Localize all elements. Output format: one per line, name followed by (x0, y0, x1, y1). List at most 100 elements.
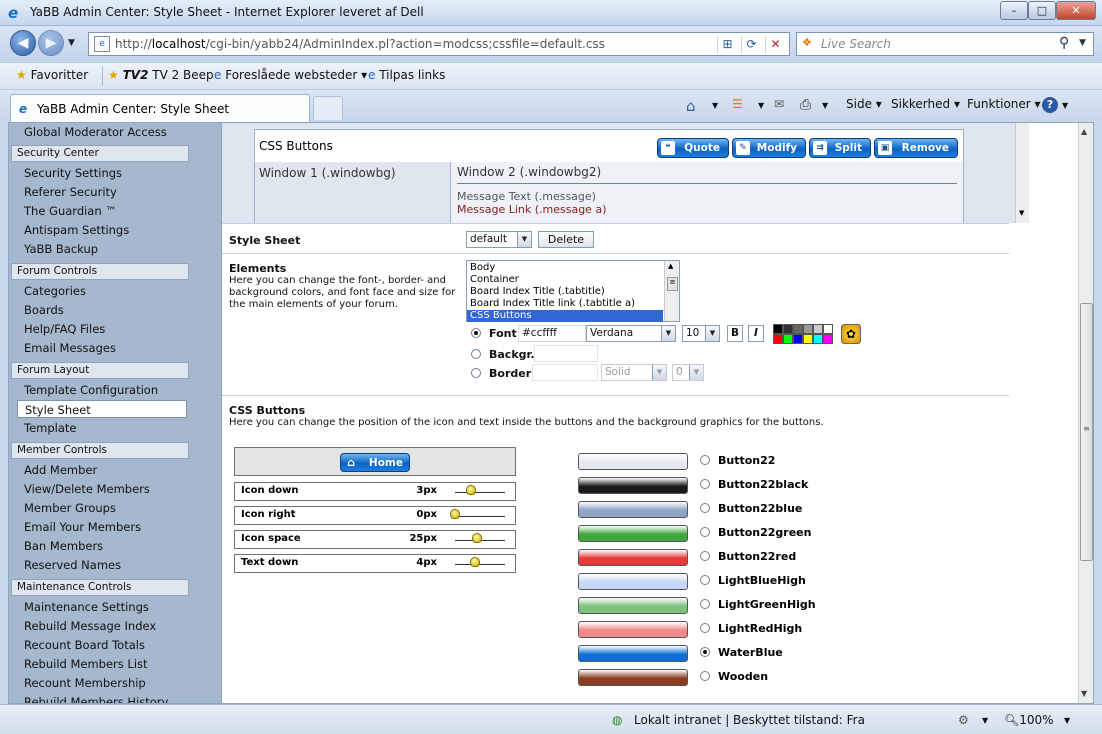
forward-button[interactable]: ▶ (38, 30, 64, 56)
palette-color[interactable] (793, 334, 803, 344)
swatch-button22black[interactable] (578, 477, 688, 494)
palette-color[interactable] (793, 324, 803, 334)
bold-button[interactable]: B (727, 325, 743, 342)
home-preview-button[interactable]: ⌂ Home (340, 453, 410, 472)
sidebar-item-referer-security[interactable]: Referer Security (17, 183, 187, 201)
favorite-customize[interactable]: e Tilpas links (368, 68, 445, 82)
palette-color[interactable] (813, 324, 823, 334)
safety-menu[interactable]: Sikkerhed ▾ (891, 97, 960, 111)
remove-button[interactable]: ▣ Remove (874, 138, 958, 158)
sidebar-item-global-moderator-access[interactable]: Global Moderator Access (17, 123, 187, 141)
sidebar-item-style-sheet[interactable]: Style Sheet (17, 400, 187, 418)
print-icon[interactable]: ⎙ (800, 97, 811, 113)
sidebar-item-rebuild-message-index[interactable]: Rebuild Message Index (17, 617, 187, 635)
swatch-radio[interactable] (700, 599, 710, 609)
sidebar-item-email-messages[interactable]: Email Messages (17, 339, 187, 357)
swatch-button22red[interactable] (578, 549, 688, 566)
palette-color[interactable] (823, 324, 833, 334)
palette-color[interactable] (813, 334, 823, 344)
back-button[interactable]: ◀ (10, 30, 36, 56)
favorite-tv2[interactable]: ★ TV2 TV 2 Beep (108, 68, 214, 82)
sidebar-item-rebuild-members-list[interactable]: Rebuild Members List (17, 655, 187, 673)
palette-color[interactable] (773, 324, 783, 334)
border-width-select[interactable]: 0 ▼ (672, 364, 704, 381)
swatch-radio[interactable] (700, 551, 710, 561)
tools-menu[interactable]: Funktioner ▾ (967, 97, 1041, 111)
sidebar-item-security-settings[interactable]: Security Settings (17, 164, 187, 182)
swatch-lightbluehigh[interactable] (578, 573, 688, 590)
border-style-select[interactable]: Solid ▼ (601, 364, 667, 381)
list-item[interactable]: Board Index Title link (.tabtitle a) (470, 298, 635, 309)
palette-color[interactable] (783, 324, 793, 334)
swatch-radio[interactable] (700, 527, 710, 537)
split-button[interactable]: ⇉ Split (809, 138, 871, 158)
swatch-radio[interactable] (700, 647, 710, 657)
sidebar-item-boards[interactable]: Boards (17, 301, 187, 319)
swatch-waterblue[interactable] (578, 645, 688, 662)
swatch-radio[interactable] (700, 479, 710, 489)
page-menu[interactable]: Side ▾ (846, 97, 882, 111)
favorite-suggested[interactable]: e Foreslåede websteder ▾ (214, 68, 367, 82)
scroll-down-icon[interactable]: ▼ (1081, 689, 1087, 698)
stop-icon[interactable]: ✕ (765, 36, 785, 53)
sidebar-item-template[interactable]: Template (17, 419, 187, 437)
swatch-button22[interactable] (578, 453, 688, 470)
slider-knob[interactable] (470, 557, 481, 567)
sidebar-item-recount-membership[interactable]: Recount Membership (17, 674, 187, 692)
tab-style-sheet[interactable]: e YaBB Admin Center: Style Sheet (10, 94, 310, 122)
palette-color[interactable] (803, 334, 813, 344)
scroll-up-icon[interactable]: ▲ (1081, 127, 1087, 136)
swatch-radio[interactable] (700, 455, 710, 465)
minimize-button[interactable]: – (1000, 1, 1028, 20)
history-dropdown-icon[interactable]: ▼ (68, 38, 75, 48)
sidebar-item-view-delete-members[interactable]: View/Delete Members (17, 480, 187, 498)
italic-button[interactable]: I (748, 325, 764, 342)
border-color-input[interactable] (532, 364, 598, 381)
swatch-radio[interactable] (700, 575, 710, 585)
font-face-select[interactable]: Verdana ▼ (586, 325, 676, 342)
sidebar-item-rebuild-members-history[interactable]: Rebuild Members History (17, 693, 187, 703)
swatch-lightredhigh[interactable] (578, 621, 688, 638)
zoom-level[interactable]: 🔍︎100% (1004, 713, 1054, 727)
print-dropdown-icon[interactable]: ▼ (822, 101, 828, 110)
palette-color[interactable] (803, 324, 813, 334)
compatibility-icon[interactable]: ⊞ (717, 36, 737, 53)
search-box[interactable]: ❖ Live Search ⚲ ▼ (796, 32, 1094, 56)
sidebar-item-ban-members[interactable]: Ban Members (17, 537, 187, 555)
slider-knob[interactable] (472, 533, 482, 543)
sidebar-item-template-configuration[interactable]: Template Configuration (17, 381, 187, 399)
favorites-button[interactable]: ★ Favoritter (16, 68, 88, 82)
palette-color[interactable] (823, 334, 833, 344)
slider-knob[interactable] (450, 509, 460, 519)
search-dropdown-icon[interactable]: ▼ (1079, 38, 1086, 48)
background-color-input[interactable] (534, 345, 598, 362)
list-item[interactable]: Body (470, 262, 495, 273)
font-size-select[interactable]: 10 ▼ (682, 325, 720, 342)
slider-knob[interactable] (465, 485, 476, 495)
scroll-down-icon[interactable]: ▼ (1019, 209, 1024, 217)
help-dropdown-icon[interactable]: ▼ (1062, 101, 1068, 110)
slider-track[interactable] (455, 492, 505, 493)
security-zone-text[interactable]: Lokalt intranet | Beskyttet tilstand: Fr… (634, 713, 865, 727)
background-radio[interactable] (471, 349, 481, 359)
font-radio[interactable] (471, 328, 481, 338)
home-icon[interactable]: ⌂ (686, 97, 696, 115)
swatch-button22green[interactable] (578, 525, 688, 542)
home-dropdown-icon[interactable]: ▼ (712, 101, 718, 110)
swatch-radio[interactable] (700, 671, 710, 681)
swatch-wooden[interactable] (578, 669, 688, 686)
zoom-dropdown-icon[interactable]: ▼ (1064, 716, 1070, 725)
maximize-button[interactable]: □ (1028, 1, 1056, 20)
zone-dropdown-icon[interactable]: ▼ (982, 716, 988, 725)
swatch-radio[interactable] (700, 623, 710, 633)
address-text[interactable]: http://localhost/cgi-bin/yabb24/AdminInd… (115, 37, 605, 51)
swatch-lightgreenhigh[interactable] (578, 597, 688, 614)
swatch-radio[interactable] (700, 503, 710, 513)
slider-track[interactable] (455, 516, 505, 517)
quote-button[interactable]: ❝ Quote (657, 138, 729, 158)
palette-color[interactable] (783, 334, 793, 344)
preview-scrollbar[interactable]: ▼ (1015, 123, 1029, 223)
page-scrollbar[interactable]: ▲ ≡ ▼ (1078, 123, 1093, 703)
help-icon[interactable]: ? (1042, 97, 1058, 113)
sidebar-item-reserved-names[interactable]: Reserved Names (17, 556, 187, 574)
